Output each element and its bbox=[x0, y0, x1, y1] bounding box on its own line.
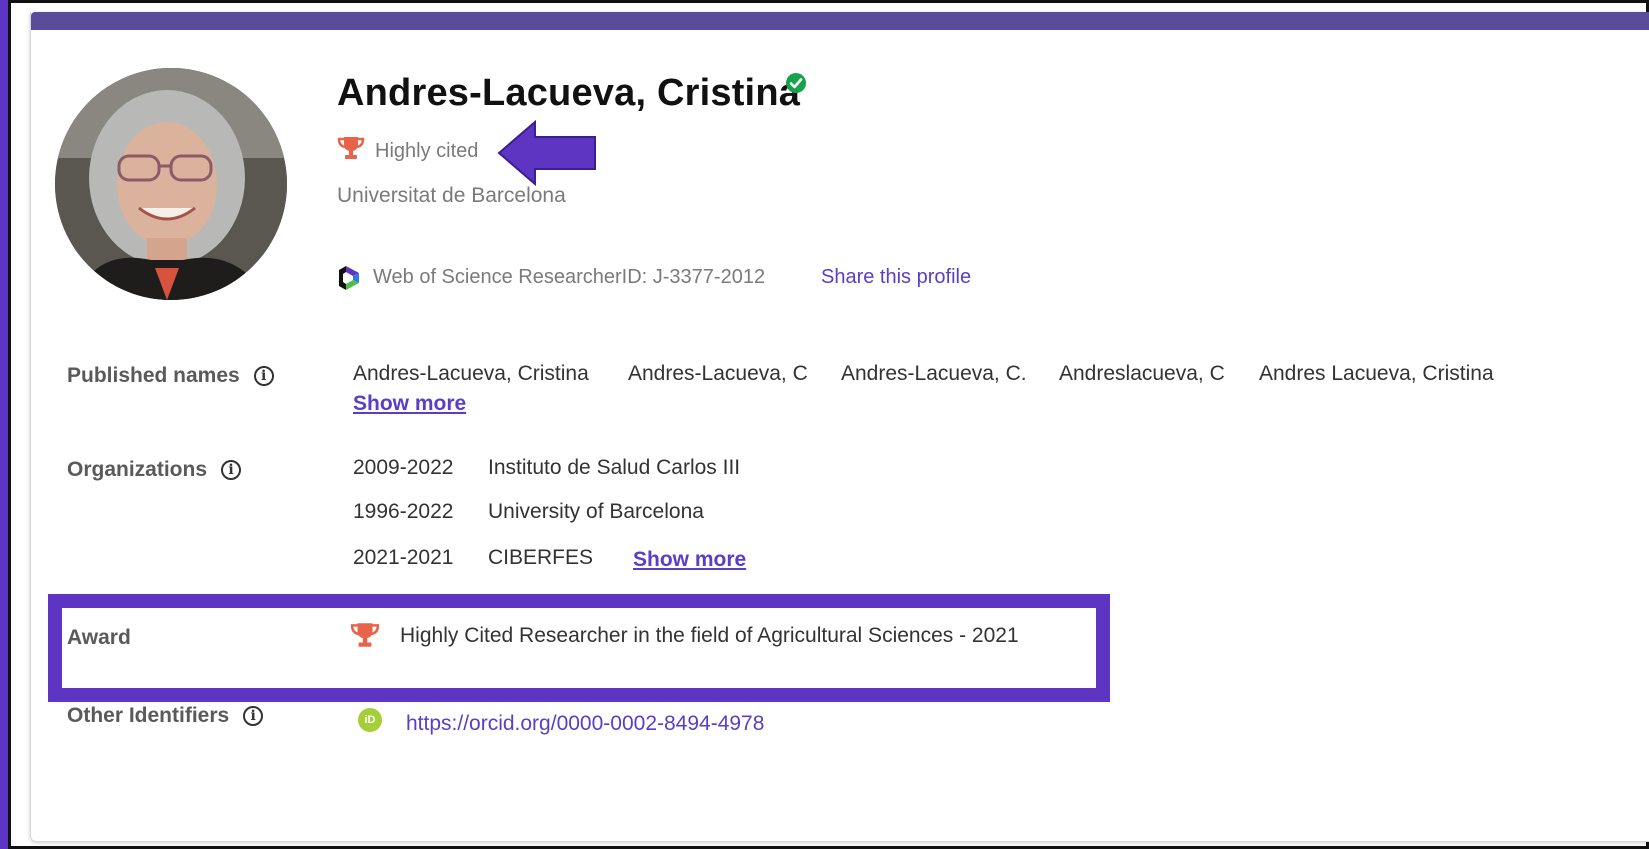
published-names-show-more[interactable]: Show more bbox=[353, 392, 466, 416]
share-profile-link[interactable]: Share this profile bbox=[821, 266, 971, 289]
published-names-label: Published names i bbox=[67, 364, 274, 388]
org-name: CIBERFES bbox=[488, 546, 594, 569]
highly-cited-badge: Highly cited bbox=[375, 140, 479, 162]
award-label: Award bbox=[67, 626, 131, 649]
award-text: Highly Cited Researcher in the field of … bbox=[400, 624, 1019, 647]
published-name: Andreslacueva, C bbox=[1059, 362, 1225, 385]
org-name: University of Barcelona bbox=[488, 500, 704, 523]
profile-card: Andres-Lacueva, Cristina Highly cited Un… bbox=[30, 12, 1649, 842]
info-icon[interactable]: i bbox=[221, 460, 242, 481]
wos-logo-icon bbox=[339, 266, 359, 290]
org-name: Instituto de Salud Carlos III bbox=[488, 456, 741, 479]
avatar bbox=[55, 68, 287, 300]
researcher-id: Web of Science ResearcherID: J-3377-2012 bbox=[373, 266, 766, 288]
organizations-show-more[interactable]: Show more bbox=[633, 548, 746, 572]
organizations-label: Organizations i bbox=[67, 458, 242, 482]
org-years: 1996-2022 bbox=[353, 500, 454, 523]
published-name: Andres-Lacueva, Cristina bbox=[353, 362, 589, 385]
profile-name: Andres-Lacueva, Cristina bbox=[337, 72, 801, 114]
orcid-icon: iD bbox=[358, 708, 382, 732]
other-identifiers-label: Other Identifiers i bbox=[67, 704, 264, 728]
org-years: 2009-2022 bbox=[353, 456, 454, 479]
published-name: Andres-Lacueva, C bbox=[628, 362, 808, 385]
published-name: Andres Lacueva, Cristina bbox=[1259, 362, 1494, 385]
published-name: Andres-Lacueva, C. bbox=[841, 362, 1027, 385]
verified-check-icon bbox=[786, 73, 806, 93]
trophy-icon bbox=[350, 623, 380, 647]
trophy-icon bbox=[337, 137, 365, 159]
arrow-annotation-icon bbox=[497, 120, 596, 186]
affiliation: Universitat de Barcelona bbox=[337, 184, 566, 207]
award-highlight-box bbox=[48, 594, 1110, 702]
orcid-link[interactable]: https://orcid.org/0000-0002-8494-4978 bbox=[406, 712, 764, 736]
org-years: 2021-2021 bbox=[353, 546, 454, 569]
info-icon[interactable]: i bbox=[253, 366, 274, 387]
info-icon[interactable]: i bbox=[243, 706, 264, 727]
card-topbar bbox=[31, 12, 1649, 30]
